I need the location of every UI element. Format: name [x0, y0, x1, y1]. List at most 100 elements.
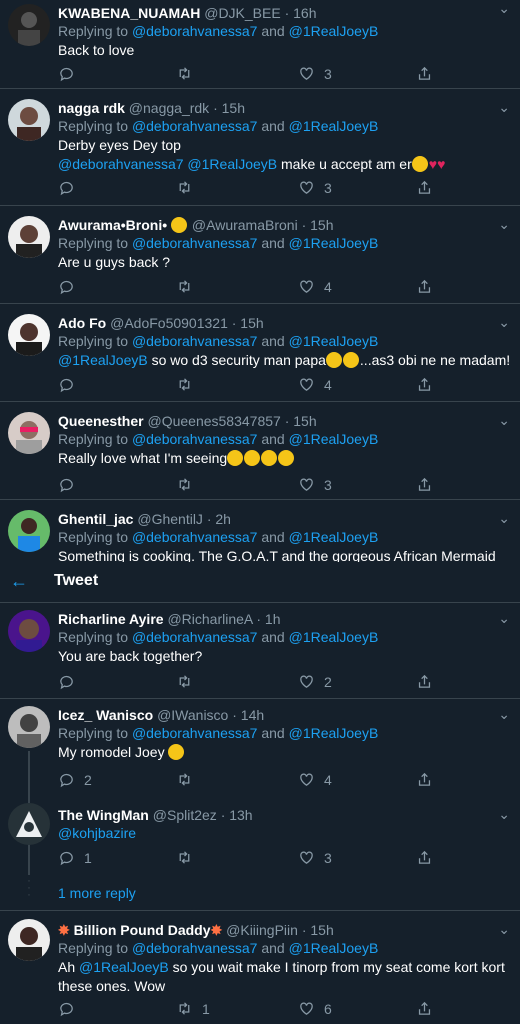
retweet-button[interactable]	[176, 476, 202, 493]
chevron-down-icon[interactable]: ⌄	[498, 610, 510, 627]
reply-button[interactable]: 2	[58, 771, 92, 788]
like-button[interactable]: 3	[298, 849, 332, 866]
mention-link[interactable]: @1RealJoeyB	[58, 352, 148, 368]
mention-link[interactable]: @deborahvanessa7	[132, 940, 258, 956]
timestamp[interactable]: · 14h	[232, 707, 264, 723]
author-handle[interactable]: @Queenes58347857	[147, 413, 280, 429]
mention-link[interactable]: @deborahvanessa7	[132, 529, 258, 545]
mention-link[interactable]: @1RealJoeyB	[289, 725, 379, 741]
tweet[interactable]: Ghentil_jac @GhentilJ · 2h Replying to @…	[0, 500, 520, 562]
avatar[interactable]	[8, 919, 50, 961]
reply-button[interactable]: 1	[58, 849, 92, 866]
avatar[interactable]	[8, 99, 50, 141]
mention-link[interactable]: @1RealJoeyB	[289, 529, 379, 545]
tweet[interactable]: Richarline Ayire @RicharlineA · 1h Reply…	[0, 602, 520, 699]
mention-link[interactable]: @1RealJoeyB	[289, 940, 379, 956]
mention-link[interactable]: @1RealJoeyB	[289, 118, 379, 134]
retweet-button[interactable]	[176, 65, 202, 82]
arrow-left-icon[interactable]: ←	[10, 571, 28, 592]
share-button[interactable]	[416, 179, 433, 196]
author-name[interactable]: The WingMan	[58, 807, 149, 823]
timestamp[interactable]: · 15h	[232, 315, 264, 331]
share-button[interactable]	[416, 1000, 433, 1017]
author-name[interactable]: Richarline Ayire	[58, 611, 164, 627]
like-button[interactable]: 4	[298, 771, 332, 788]
author-name[interactable]: Ghentil_jac	[58, 511, 133, 527]
timestamp[interactable]: · 1h	[256, 611, 280, 627]
share-button[interactable]	[416, 849, 433, 866]
mention-link[interactable]: @deborahvanessa7	[132, 23, 258, 39]
author-name[interactable]: Icez_ Wanisco	[58, 707, 153, 723]
timestamp[interactable]: · 16h	[285, 5, 317, 21]
like-button[interactable]: 4	[298, 278, 332, 295]
retweet-button[interactable]	[176, 849, 202, 866]
reply-button[interactable]	[58, 476, 84, 493]
share-button[interactable]	[416, 771, 433, 788]
share-button[interactable]	[416, 673, 433, 690]
more-replies-link[interactable]: 1 more reply	[58, 885, 136, 901]
reply-button[interactable]	[58, 673, 84, 690]
chevron-down-icon[interactable]: ⌄	[498, 921, 510, 938]
avatar[interactable]	[8, 510, 50, 552]
mention-link[interactable]: @1RealJoeyB	[289, 235, 379, 251]
author-handle[interactable]: @AwuramaBroni	[192, 217, 298, 233]
author-name[interactable]: ✸ Billion Pound Daddy✸	[58, 922, 222, 938]
tweet[interactable]: ✸ Billion Pound Daddy✸ @KiiingPiin · 15h…	[0, 911, 520, 1024]
tweet[interactable]: Queenesther @Queenes58347857 · 15h Reply…	[0, 402, 520, 500]
chevron-down-icon[interactable]: ⌄	[498, 412, 510, 429]
like-button[interactable]: 2	[298, 673, 332, 690]
timestamp[interactable]: · 15h	[302, 922, 334, 938]
mention-link[interactable]: @deborahvanessa7	[132, 235, 258, 251]
mention-link[interactable]: @deborahvanessa7	[58, 156, 184, 172]
mention-link[interactable]: @1RealJoeyB	[289, 23, 379, 39]
mention-link[interactable]: @deborahvanessa7	[132, 431, 258, 447]
chevron-down-icon[interactable]: ⌄	[498, 706, 510, 723]
reply-button[interactable]	[58, 179, 84, 196]
reply-button[interactable]	[58, 1000, 84, 1017]
author-name[interactable]: Queenesther	[58, 413, 144, 429]
mention-link[interactable]: @1RealJoeyB	[289, 333, 379, 349]
share-button[interactable]	[416, 278, 433, 295]
author-handle[interactable]: @IWanisco	[157, 707, 228, 723]
retweet-button[interactable]	[176, 278, 202, 295]
avatar[interactable]	[8, 314, 50, 356]
timestamp[interactable]: · 15h	[302, 217, 334, 233]
mention-link[interactable]: @1RealJoeyB	[289, 431, 379, 447]
avatar[interactable]	[8, 706, 50, 748]
chevron-down-icon[interactable]: ⌄	[498, 314, 510, 331]
mention-link[interactable]: @deborahvanessa7	[132, 725, 258, 741]
retweet-button[interactable]	[176, 376, 202, 393]
timestamp[interactable]: · 2h	[207, 511, 231, 527]
mention-link[interactable]: @1RealJoeyB	[187, 156, 277, 172]
chevron-down-icon[interactable]: ⌄	[498, 0, 510, 17]
like-button[interactable]: 3	[298, 65, 332, 82]
timestamp[interactable]: · 15h	[285, 413, 317, 429]
avatar[interactable]	[8, 803, 50, 845]
retweet-button[interactable]	[176, 179, 202, 196]
timestamp[interactable]: · 15h	[213, 100, 245, 116]
retweet-button[interactable]	[176, 771, 202, 788]
tweet[interactable]: nagga rdk @nagga_rdk · 15h Replying to @…	[0, 89, 520, 206]
avatar[interactable]	[8, 610, 50, 652]
share-button[interactable]	[416, 476, 433, 493]
author-handle[interactable]: @DJK_BEE	[204, 5, 280, 21]
mention-link[interactable]: @deborahvanessa7	[132, 333, 258, 349]
like-button[interactable]: 3	[298, 179, 332, 196]
author-name[interactable]: Awurama•Broni•	[58, 217, 167, 233]
author-name[interactable]: nagga rdk	[58, 100, 125, 116]
chevron-down-icon[interactable]: ⌄	[498, 216, 510, 233]
reply-button[interactable]	[58, 278, 84, 295]
like-button[interactable]: 4	[298, 376, 332, 393]
author-handle[interactable]: @Split2ez	[153, 807, 217, 823]
tweet[interactable]: Ado Fo @AdoFo50901321 · 15h Replying to …	[0, 304, 520, 402]
author-name[interactable]: KWABENA_NUAMAH	[58, 5, 200, 21]
author-handle[interactable]: @RicharlineA	[167, 611, 252, 627]
retweet-button[interactable]: 1	[176, 1000, 210, 1017]
retweet-button[interactable]	[176, 673, 202, 690]
avatar[interactable]	[8, 216, 50, 258]
tweet[interactable]: KWABENA_NUAMAH @DJK_BEE · 16h Replying t…	[0, 0, 520, 89]
share-button[interactable]	[416, 65, 433, 82]
mention-link[interactable]: @kohjbazire	[58, 825, 136, 841]
avatar[interactable]	[8, 4, 50, 46]
mention-link[interactable]: @1RealJoeyB	[289, 629, 379, 645]
